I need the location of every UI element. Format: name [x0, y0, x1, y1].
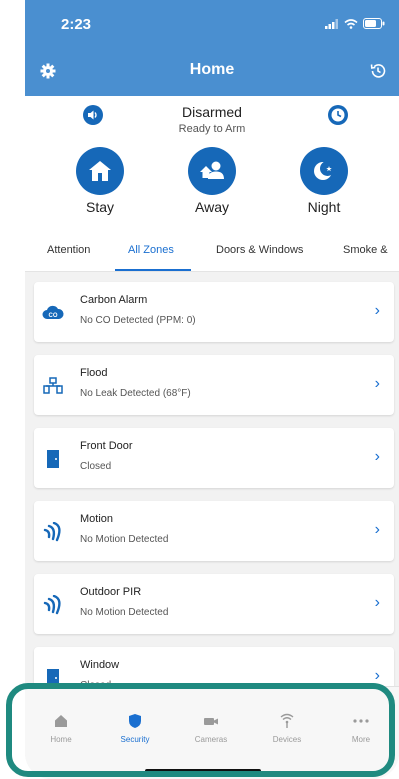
zone-row-carbon-alarm[interactable]: CO Carbon Alarm No CO Detected (PPM: 0) … — [34, 282, 394, 342]
motion-icon — [42, 594, 64, 616]
co-icon: CO — [42, 302, 64, 324]
night-button[interactable]: Night — [289, 147, 359, 215]
wifi-icon — [280, 713, 294, 728]
home-indicator[interactable] — [145, 769, 261, 773]
door-icon — [42, 448, 64, 470]
flood-icon — [42, 375, 64, 397]
title-bar: Home — [25, 56, 399, 86]
signal-icon — [325, 18, 338, 29]
away-label: Away — [195, 199, 229, 215]
status-time: 2:23 — [61, 16, 92, 33]
zone-tabs: Attention All Zones Doors & Windows Smok… — [25, 232, 399, 272]
zone-status: Closed — [80, 461, 112, 472]
nav-devices[interactable]: Devices — [257, 713, 317, 744]
tab-smoke[interactable]: Smoke & — [343, 244, 388, 256]
zone-row-outdoor-pir[interactable]: Outdoor PIR No Motion Detected › — [34, 574, 394, 634]
schedule-button[interactable] — [327, 104, 349, 126]
nav-security[interactable]: Security — [105, 713, 165, 744]
zone-name: Outdoor PIR — [80, 586, 142, 598]
zone-list: CO Carbon Alarm No CO Detected (PPM: 0) … — [34, 282, 394, 720]
night-circle — [300, 147, 348, 195]
wifi-status-icon — [344, 18, 358, 29]
camera-icon — [204, 718, 218, 725]
zone-name: Front Door — [80, 440, 133, 452]
zone-name: Carbon Alarm — [80, 294, 148, 306]
tab-doors-windows[interactable]: Doors & Windows — [216, 244, 303, 256]
header: 2:23 Home — [25, 0, 399, 96]
bottom-nav: Home Security Cameras Devices More — [25, 686, 399, 779]
nav-security-label: Security — [120, 735, 150, 744]
svg-text:CO: CO — [49, 313, 58, 319]
zone-status: No Leak Detected (68°F) — [80, 388, 191, 399]
motion-icon — [42, 521, 64, 543]
night-label: Night — [307, 199, 341, 215]
away-circle — [188, 147, 236, 195]
history-icon — [370, 64, 386, 78]
battery-icon — [363, 18, 385, 29]
house-icon — [89, 161, 111, 181]
nav-more-label: More — [351, 735, 371, 744]
page-title: Home — [189, 61, 235, 78]
people-icon — [200, 161, 224, 179]
zone-status: No Motion Detected — [80, 607, 169, 618]
stay-circle — [76, 147, 124, 195]
chevron-right-icon: › — [374, 521, 380, 538]
zone-row-motion[interactable]: Motion No Motion Detected › — [34, 501, 394, 561]
tab-all-zones[interactable]: All Zones — [128, 244, 174, 256]
clock-icon — [328, 105, 348, 125]
chevron-right-icon: › — [374, 448, 380, 465]
chevron-right-icon: › — [374, 594, 380, 611]
more-icon — [353, 719, 369, 723]
nav-devices-label: Devices — [272, 735, 302, 744]
zone-status: No CO Detected (PPM: 0) — [80, 315, 196, 326]
zone-name: Window — [80, 659, 120, 671]
tab-attention[interactable]: Attention — [47, 244, 90, 256]
chevron-right-icon: › — [374, 667, 380, 684]
nav-cameras-label: Cameras — [194, 735, 228, 744]
stay-label: Stay — [85, 199, 114, 215]
nav-home-label: Home — [50, 735, 72, 744]
chevron-right-icon: › — [374, 302, 380, 319]
shield-icon — [129, 714, 141, 728]
away-button[interactable]: Away — [177, 147, 247, 215]
nav-home[interactable]: Home — [31, 713, 91, 744]
nav-cameras[interactable]: Cameras — [181, 713, 241, 744]
nav-more[interactable]: More — [331, 713, 391, 744]
chevron-right-icon: › — [374, 375, 380, 392]
stay-button[interactable]: Stay — [65, 147, 135, 215]
zone-row-front-door[interactable]: Front Door Closed › — [34, 428, 394, 488]
home-icon — [55, 715, 67, 727]
zone-name: Flood — [80, 367, 108, 379]
active-tab-underline — [115, 269, 191, 271]
status-icons — [325, 18, 385, 29]
history-button[interactable] — [363, 56, 393, 86]
zone-status: No Motion Detected — [80, 534, 169, 545]
arm-panel: Disarmed Ready to Arm Stay Away Night — [25, 96, 399, 232]
zone-name: Motion — [80, 513, 114, 525]
zone-row-flood[interactable]: Flood No Leak Detected (68°F) › — [34, 355, 394, 415]
moon-icon — [314, 161, 335, 180]
phone-screen: 2:23 Home Disarmed Ready to Arm Stay Awa… — [25, 0, 399, 779]
